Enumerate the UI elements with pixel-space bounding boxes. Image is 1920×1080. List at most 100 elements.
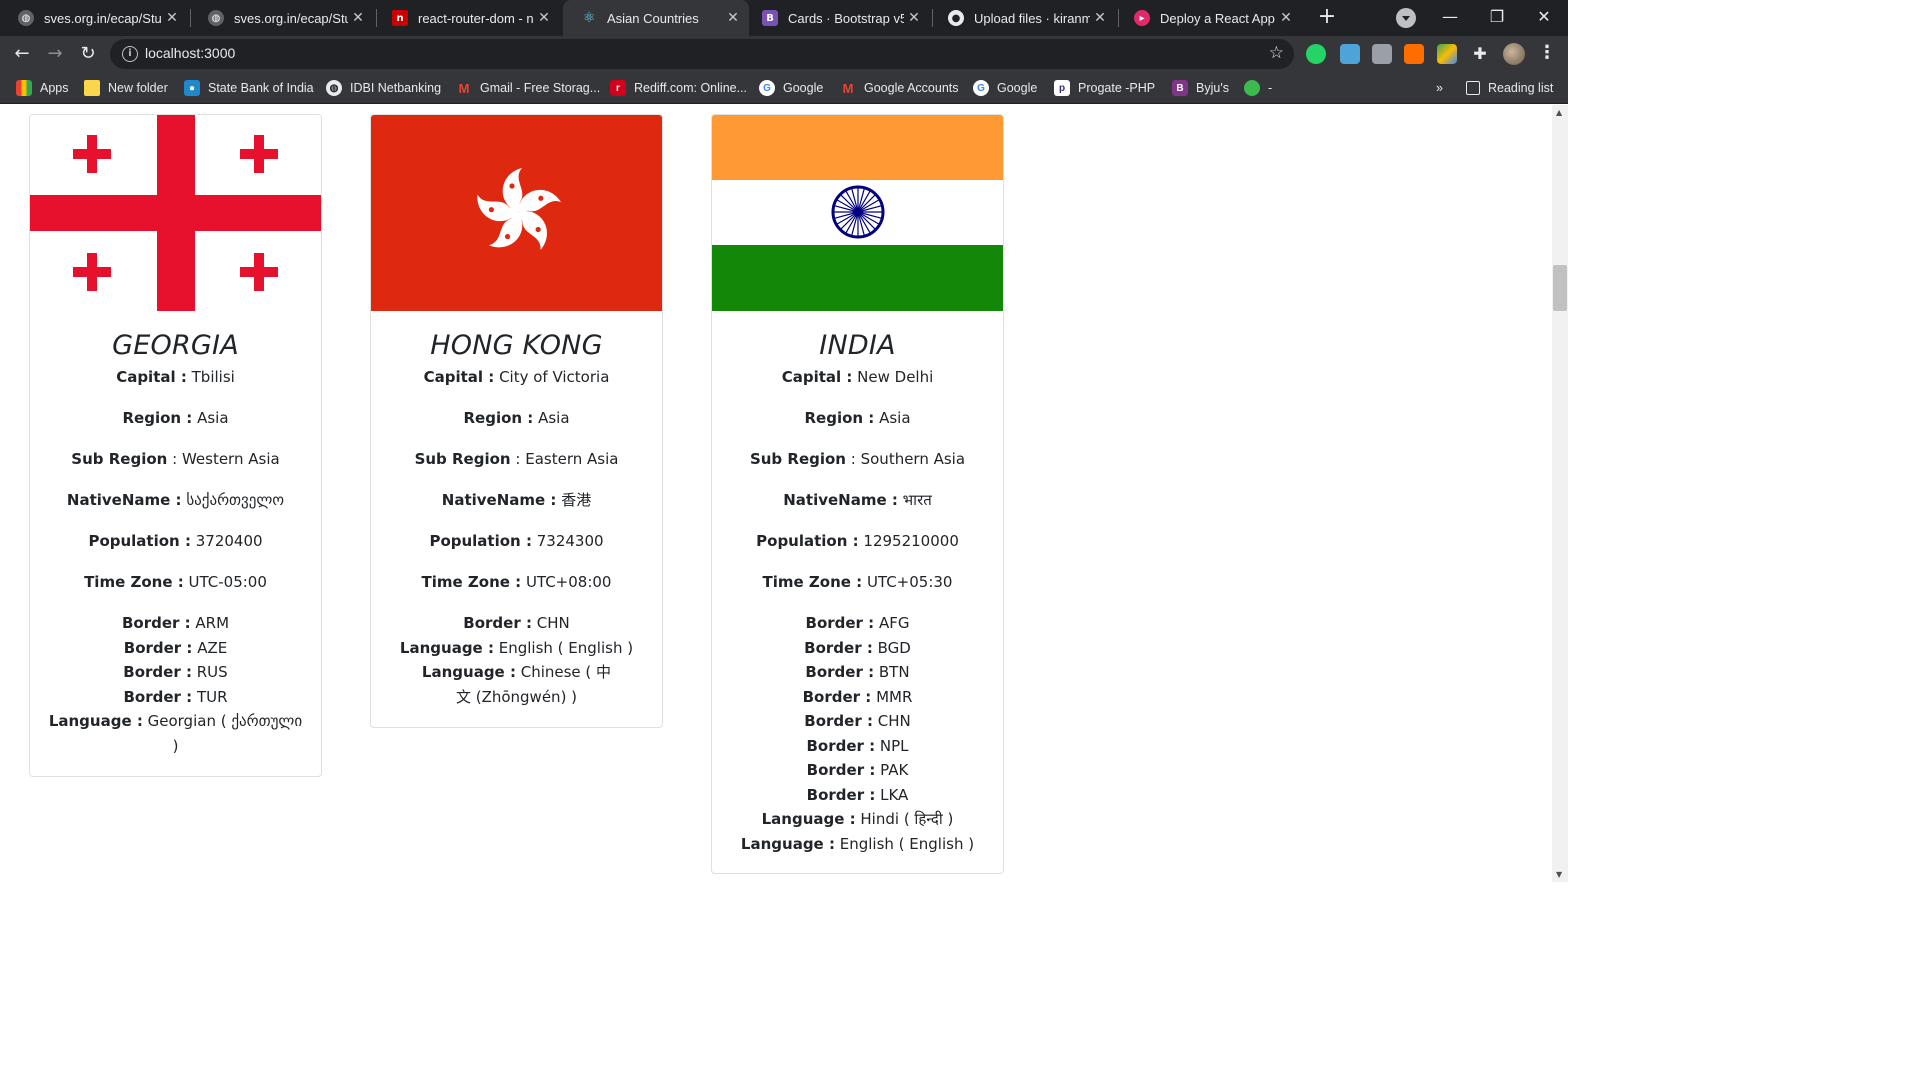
country-card: INDIA Capital : New Delhi Region : Asia … [711,114,1004,874]
bookmark-item[interactable]: G Google [759,78,823,98]
nativename-row: NativeName : भारत [783,491,932,509]
language-value: Hindi ( हिन्दी ) [860,810,954,828]
close-window-button[interactable]: ✕ [1524,4,1564,30]
minimize-button[interactable]: — [1430,4,1470,30]
page-scrollbar[interactable]: ▲ ▼ [1552,105,1568,882]
capital-row: Capital : City of Victoria [423,368,610,386]
capital-value: Tbilisi [191,368,235,386]
back-button[interactable]: ← [8,40,36,68]
border-value: AZE [197,638,228,657]
browser-tab[interactable]: ◍ sves.org.in/ecap/Stude ✕ [190,0,374,36]
subregion-value: Southern Asia [860,450,966,468]
capital-value: New Delhi [857,368,934,386]
language-value: Georgian ( ქართული ) [147,712,303,755]
translate-extension-icon[interactable] [1340,44,1360,64]
border-value: RUS [196,663,228,681]
github-icon: ● [948,10,964,26]
timezone-row: Time Zone : UTC+08:00 [421,573,612,591]
population-value: 7324300 [536,532,604,550]
tab-search-icon[interactable] [1396,8,1416,28]
region-value: Asia [197,409,229,427]
reading-list-icon [1466,81,1480,95]
border-value: LKA [880,785,909,804]
timezone-row: Time Zone : UTC-05:00 [84,573,267,591]
browser-tab[interactable]: B Cards · Bootstrap v5.1 ✕ [744,0,930,36]
bookmark-item[interactable]: ◍ IDBI Netbanking [326,78,441,98]
bookmark-label: Rediff.com: Online... [634,81,748,95]
npm-icon: n [392,10,408,26]
globe-icon: ◍ [18,10,34,26]
border-value: BTN [878,663,910,681]
border-value: NPL [879,736,909,755]
language-value: English ( English ) [498,638,634,657]
whatsapp-extension-icon[interactable] [1306,44,1326,64]
capital-value: City of Victoria [499,368,610,386]
bookmark-label: Google Accounts [864,81,959,95]
language-row: Language : Chinese ( 中文 (Zhōngwén) ) [421,663,612,706]
bookmark-item[interactable]: Apps [16,78,69,98]
drive-extension-icon[interactable] [1437,44,1457,64]
border-value: PAK [880,761,909,779]
close-icon[interactable]: ✕ [534,10,554,26]
timezone-value: UTC-05:00 [188,573,267,591]
scroll-down-icon[interactable]: ▼ [1556,870,1562,879]
browser-tab[interactable]: ◍ sves.org.in/ecap/Stude ✕ [0,0,188,36]
language-row: Language : Georgian ( ქართული ) [48,712,303,755]
bookmark-item[interactable]: M Google Accounts [840,78,959,98]
close-icon[interactable]: ✕ [162,10,182,26]
bookmark-label: Gmail - Free Storag... [480,81,601,95]
bookmark-item[interactable]: B Byju's [1172,78,1229,98]
close-icon[interactable]: ✕ [1276,10,1296,26]
brave-extension-icon[interactable] [1404,44,1424,64]
population-row: Population : 7324300 [429,532,604,550]
border-value: ARM [195,614,230,632]
rediff-icon: r [610,80,626,96]
browser-tab[interactable]: ▸ Deploy a React App o ✕ [1116,0,1302,36]
reload-button[interactable]: ↻ [74,40,102,68]
sbi-icon: ● [184,80,200,96]
tab-title: sves.org.in/ecap/Stude [44,10,162,26]
browser-tab-active[interactable]: ⚛ Asian Countries ✕ [563,0,749,36]
subregion-row: Sub Region : Western Asia [71,450,280,468]
bookmark-label: State Bank of India [208,81,314,95]
region-value: Asia [879,409,911,427]
bookmark-item[interactable]: - [1244,78,1272,98]
subregion-row: Sub Region : Southern Asia [749,450,966,468]
reading-list-button[interactable]: Reading list [1466,78,1553,98]
info-icon[interactable]: i [122,46,138,62]
close-icon[interactable]: ✕ [723,10,743,26]
bookmark-item[interactable]: ● State Bank of India [184,78,314,98]
profile-avatar[interactable] [1503,43,1525,65]
address-bar[interactable]: i localhost:3000 ☆ [110,39,1294,69]
border-row: Border : CHN [804,712,911,730]
forward-button[interactable]: → [41,40,69,68]
url-text[interactable]: localhost:3000 [145,45,235,61]
close-icon[interactable]: ✕ [1090,10,1110,26]
close-icon[interactable]: ✕ [904,10,924,26]
bookmarks-overflow-button[interactable]: » [1436,78,1443,98]
bookmark-label: Byju's [1196,81,1229,95]
bookmark-star-icon[interactable]: ☆ [1269,43,1284,63]
scroll-up-icon[interactable]: ▲ [1556,108,1562,117]
bauhinia-icon [477,168,562,250]
more-menu-icon[interactable]: ⋮ [1538,42,1556,63]
dropbox-extension-icon[interactable] [1372,44,1392,64]
bookmark-item[interactable]: G Google [973,78,1037,98]
gmail-icon: M [458,80,470,96]
bookmark-item[interactable]: M Gmail - Free Storag... [456,78,601,98]
hongkong-flag-image [371,115,662,311]
scrollbar-thumb[interactable] [1553,265,1567,311]
bookmark-item[interactable]: p Progate -PHP [1054,78,1155,98]
nativename-row: NativeName : საქართველო [66,491,285,509]
bookmark-item[interactable]: r Rediff.com: Online... [610,78,747,98]
new-tab-button[interactable]: + [1314,4,1340,30]
extensions-puzzle-icon[interactable]: ✚ [1470,44,1490,64]
restore-button[interactable]: ❐ [1477,4,1517,30]
border-value: BGD [877,638,911,657]
close-icon[interactable]: ✕ [348,10,368,26]
border-value: CHN [877,712,911,730]
browser-tab[interactable]: n react-router-dom - np ✕ [374,0,560,36]
browser-tab[interactable]: ● Upload files · kiranma ✕ [930,0,1116,36]
bookmark-label: Google [783,81,824,95]
bookmark-item[interactable]: New folder [84,78,168,98]
